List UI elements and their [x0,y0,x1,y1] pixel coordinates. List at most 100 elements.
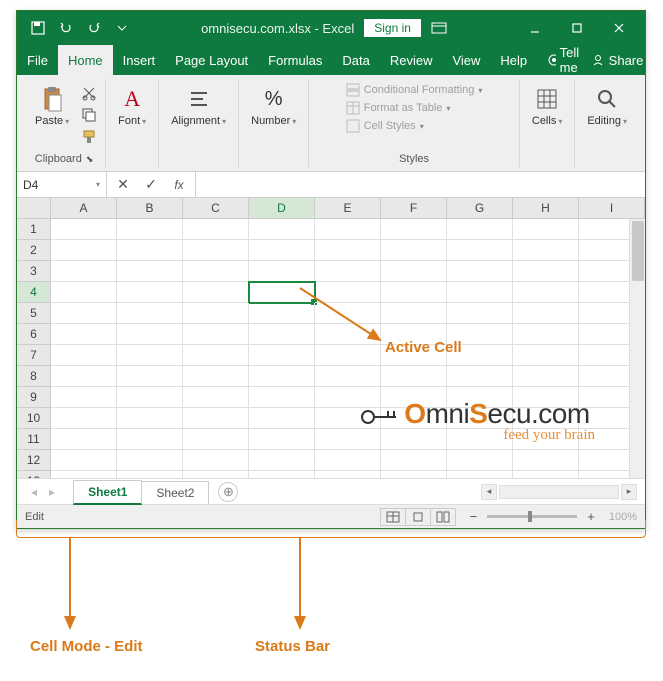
zoom-slider[interactable] [487,515,577,518]
hscroll-left-icon[interactable]: ◂ [481,484,497,500]
cell[interactable] [513,450,579,471]
enter-formula-icon[interactable]: ✓ [141,175,161,195]
cell[interactable] [117,429,183,450]
row-header[interactable]: 5 [17,303,51,324]
cell[interactable] [117,345,183,366]
cell[interactable] [51,366,117,387]
cell[interactable] [117,282,183,303]
cell[interactable] [315,324,381,345]
select-all-corner[interactable] [17,198,51,219]
fx-icon[interactable]: fx [169,175,189,195]
tab-review[interactable]: Review [380,45,443,75]
tab-page-layout[interactable]: Page Layout [165,45,258,75]
cell[interactable] [447,471,513,478]
cells-button[interactable]: Cells▾ [526,83,568,129]
cell[interactable] [513,471,579,478]
cell[interactable] [315,366,381,387]
cell[interactable] [51,282,117,303]
cell[interactable] [249,240,315,261]
cell[interactable] [117,408,183,429]
column-header[interactable]: E [315,198,381,219]
cell[interactable] [249,450,315,471]
cell[interactable] [381,282,447,303]
cell[interactable] [513,261,579,282]
cell[interactable] [51,429,117,450]
number-button[interactable]: % Number▾ [245,83,302,129]
cell[interactable] [51,324,117,345]
cell[interactable] [249,324,315,345]
cell[interactable] [117,387,183,408]
tab-file[interactable]: File [17,45,58,75]
cell[interactable] [183,261,249,282]
tab-insert[interactable]: Insert [113,45,166,75]
cell[interactable] [51,261,117,282]
sheet-nav-prev-icon[interactable]: ◂ [25,485,43,499]
sign-in-button[interactable]: Sign in [364,19,421,37]
sheet-nav-next-icon[interactable]: ▸ [43,485,61,499]
cell[interactable] [315,261,381,282]
cell[interactable] [315,345,381,366]
font-button[interactable]: A Font▾ [112,83,152,129]
redo-icon[interactable] [83,17,105,39]
cell[interactable] [315,303,381,324]
qat-dropdown-icon[interactable] [111,17,133,39]
cell[interactable] [447,219,513,240]
cell[interactable] [315,240,381,261]
vertical-scrollbar[interactable] [629,219,645,478]
cell[interactable] [183,345,249,366]
column-header[interactable]: D [249,198,315,219]
row-header[interactable]: 9 [17,387,51,408]
cell[interactable] [381,261,447,282]
row-header[interactable]: 10 [17,408,51,429]
cell[interactable] [117,261,183,282]
cell[interactable] [381,219,447,240]
dialog-launcher-icon[interactable]: ⬊ [86,154,94,165]
cell[interactable] [447,261,513,282]
conditional-formatting-button[interactable]: Conditional Formatting▾ [346,83,483,97]
cell[interactable] [513,303,579,324]
cell[interactable] [447,240,513,261]
editing-button[interactable]: Editing▾ [581,83,633,129]
cell[interactable] [51,471,117,478]
row-header[interactable]: 8 [17,366,51,387]
cell[interactable] [183,450,249,471]
cell[interactable] [249,387,315,408]
cell[interactable] [51,303,117,324]
cell[interactable] [447,282,513,303]
cut-icon[interactable] [79,83,99,103]
cell[interactable] [381,450,447,471]
maximize-button[interactable] [557,14,597,42]
cell[interactable] [381,366,447,387]
cell[interactable] [513,324,579,345]
cell[interactable] [117,303,183,324]
cell[interactable] [315,450,381,471]
cell[interactable] [183,387,249,408]
cell[interactable] [51,387,117,408]
cell[interactable] [513,219,579,240]
cell[interactable] [447,303,513,324]
alignment-button[interactable]: Alignment▾ [165,83,232,129]
cell[interactable] [117,366,183,387]
cell[interactable] [315,282,381,303]
cell[interactable] [249,366,315,387]
scrollbar-thumb[interactable] [632,221,644,281]
cell[interactable] [249,282,315,303]
new-sheet-button[interactable]: ⊕ [218,482,238,502]
cell[interactable] [249,345,315,366]
row-header[interactable]: 13 [17,471,51,478]
cell[interactable] [117,240,183,261]
cell[interactable] [249,303,315,324]
column-header[interactable]: G [447,198,513,219]
share-button[interactable]: Share [591,53,644,68]
cell[interactable] [183,408,249,429]
cell[interactable] [183,219,249,240]
cell[interactable] [183,240,249,261]
cell[interactable] [513,282,579,303]
cell[interactable] [381,303,447,324]
cell[interactable] [447,450,513,471]
cell[interactable] [513,240,579,261]
cell[interactable] [249,429,315,450]
column-header[interactable]: I [579,198,645,219]
cell[interactable] [249,408,315,429]
cell[interactable] [183,324,249,345]
